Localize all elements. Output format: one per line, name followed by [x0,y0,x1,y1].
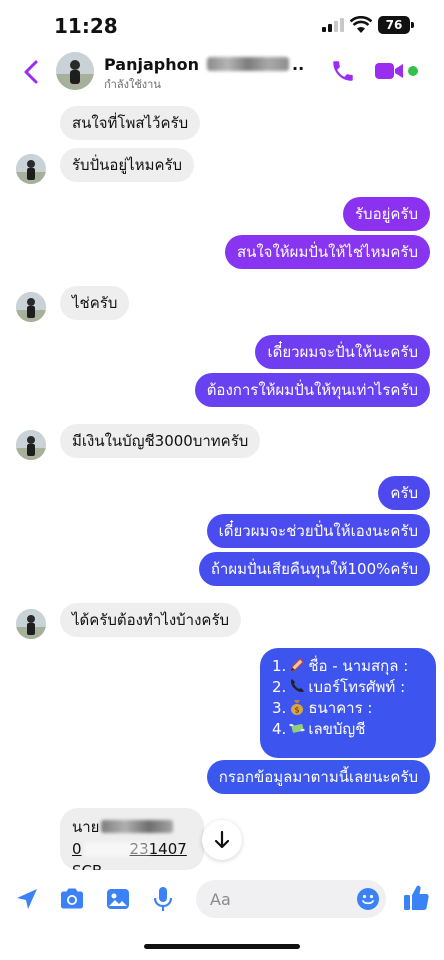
scroll-to-bottom-button[interactable] [202,820,242,860]
video-call-icon[interactable] [374,60,404,82]
form-list-item: 1. ชื่อ - นามสกุล : [272,657,409,675]
active-status: กำลังใช้งาน [104,78,161,91]
contact-surname-redacted [207,57,289,71]
reply-name-prefix: นาย [72,818,100,836]
svg-text:$: $ [295,706,300,715]
contact-name[interactable]: Panjaphon [104,55,199,74]
sender-avatar [16,430,46,460]
emoji-icon[interactable] [356,887,380,911]
online-status-dot [408,66,418,76]
redacted-name [101,820,174,833]
status-time: 11:28 [54,14,118,38]
reply-phone-number[interactable]: 0 231407 [72,838,204,860]
thumbs-up-icon[interactable] [402,883,430,913]
status-bar: 11:28 76 [0,0,444,48]
message-bubble-outgoing[interactable]: ถ้าผมปั่นเสียคืนทุนให้100%ครับ [198,552,430,586]
camera-icon[interactable] [58,886,86,912]
message-bubble-outgoing[interactable]: กรอกข้อมูลมาตามนี้เลยนะครับ [206,760,430,794]
cellular-signal-icon [322,18,344,32]
message-bubble-incoming[interactable]: ไช่ครับ [60,286,130,320]
message-bubble-outgoing[interactable]: ครับ [378,476,430,510]
message-bubble-outgoing-form-list[interactable]: 1. ชื่อ - นามสกุล : 2. เบอร์โทรศัพท์ : 3. $… [260,648,436,758]
phone-call-icon[interactable] [330,58,356,84]
wifi-icon [350,16,372,33]
sender-avatar [16,292,46,322]
sender-avatar [16,154,46,184]
message-bubble-incoming[interactable]: รับปั่นอยู่ไหมครับ [60,148,195,182]
message-bubble-incoming[interactable]: สนใจที่โพสไว้ครับ [60,106,201,140]
reply-bank-name: SCB [72,860,204,870]
microphone-icon[interactable] [152,885,174,913]
form-list-item: 4. เลขบัญชี [272,720,366,738]
message-bubble-outgoing[interactable]: เดี๋ยวผมจะช่วยปั่นให้เองนะครับ [206,514,430,548]
form-list-item: 3. $ ธนาคาร : [272,699,373,717]
pencil-icon [290,658,305,672]
contact-avatar[interactable] [56,52,94,90]
money-wings-icon [289,723,306,733]
message-bubble-incoming[interactable]: ได้ครับต้องทำไงบ้างครับ [60,603,242,637]
home-indicator [144,944,300,949]
message-composer [0,872,444,928]
gallery-icon[interactable] [104,886,132,912]
arrow-down-icon [214,830,230,849]
message-bubble-outgoing[interactable]: เดี๋ยวผมจะปั่นให้นะครับ [255,335,430,369]
money-bag-icon: $ [291,700,304,715]
location-arrow-icon[interactable] [14,886,40,912]
chat-header: Panjaphon .. กำลังใช้งาน [0,48,444,96]
sender-avatar [16,609,46,639]
message-bubble-outgoing[interactable]: รับอยู่ครับ [343,197,430,231]
telephone-icon [291,679,305,693]
battery-indicator: 76 [378,16,414,34]
form-list-item: 2. เบอร์โทรศัพท์ : [272,678,406,696]
message-bubble-outgoing[interactable]: ต้องการให้ผมปั่นให้ทุนเท่าไรครับ [194,373,430,407]
message-bubble-outgoing[interactable]: สนใจให้ผมปั่นให้ไช่ไหมครับ [224,235,430,269]
back-chevron-icon[interactable] [18,56,46,88]
contact-name-ellipsis: .. [292,54,305,74]
message-bubble-incoming-partial[interactable]: นาย 0231407 SCB [60,808,204,870]
message-bubble-incoming[interactable]: มีเงินในบัญชี3000บาทครับ [60,424,261,458]
